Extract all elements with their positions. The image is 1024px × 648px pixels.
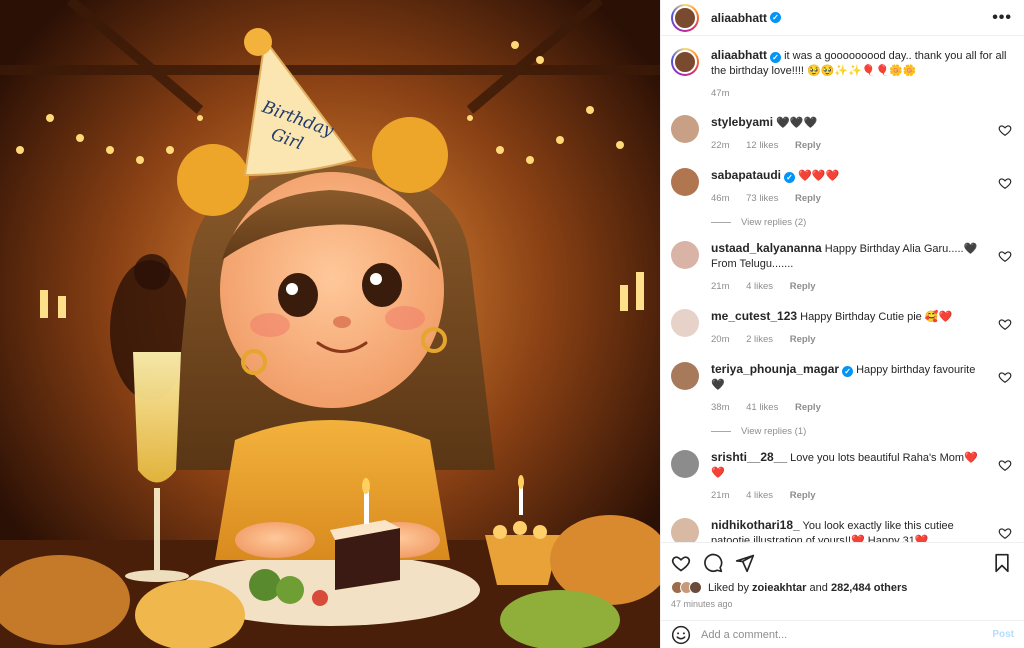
post-actions: Liked by zoieakhtar and 282,484 others 4… [661,542,1024,616]
comment-time[interactable]: 21m [711,281,729,292]
reply-button[interactable]: Reply [795,402,821,413]
comment-item: nidhikothari18_ You look exactly like th… [671,518,1012,542]
comment-text: ❤️❤️❤️ [798,170,840,182]
comment-item: srishti__28__ Love you lots beautiful Ra… [671,450,1012,503]
commenter-avatar[interactable] [671,450,699,478]
view-replies-button[interactable]: View replies (2) [711,217,1012,228]
commenter-username[interactable]: me_cutest_123 [711,309,797,323]
comment-bubble-icon[interactable] [703,553,723,573]
caption-time[interactable]: 47m [711,88,729,99]
commenter-username[interactable]: teriya_phounja_magar [711,362,839,376]
caption-username[interactable]: aliaabhatt [711,48,767,62]
post-image[interactable]: Birthday Girl [0,0,660,648]
comment-likes[interactable]: 12 likes [746,140,778,151]
commenter-username[interactable]: nidhikothari18_ [711,518,800,532]
author-avatar[interactable] [671,3,699,32]
replies-divider-line [711,431,731,432]
comment-like-heart-icon[interactable] [998,176,1012,190]
verified-badge-icon: ✓ [770,52,782,63]
comment-time[interactable]: 21m [711,490,729,501]
comment-like-heart-icon[interactable] [998,458,1012,472]
comment-item: sabapataudi ✓ ❤️❤️❤️ 46m 73 likes Reply [671,168,1012,206]
comment-likes[interactable]: 4 likes [746,281,773,292]
caption-author-avatar-image [673,50,697,74]
comment-time[interactable]: 38m [711,402,729,413]
likes-count[interactable]: 282,484 others [831,582,907,594]
share-send-icon[interactable] [735,553,755,573]
more-options-icon[interactable]: ••• [992,9,1012,27]
commenter-username[interactable]: stylebyami [711,115,773,129]
commenter-username[interactable]: sabapataudi [711,168,781,182]
likes-and: and [809,581,828,594]
reply-button[interactable]: Reply [790,490,816,501]
verified-badge-icon: ✓ [842,366,854,377]
commenter-username[interactable]: ustaad_kalyananna [711,241,822,255]
post-comment-button[interactable]: Post [992,629,1014,640]
author-avatar-image [673,5,697,30]
comment-item: ustaad_kalyananna Happy Birthday Alia Ga… [671,241,1012,294]
commenter-avatar[interactable] [671,241,699,269]
reply-button[interactable]: Reply [790,281,816,292]
commenter-avatar[interactable] [671,518,699,542]
view-replies-button[interactable]: View replies (1) [711,426,1012,437]
comment-like-heart-icon[interactable] [998,123,1012,137]
view-replies-label: View replies (2) [741,217,807,228]
post-side-panel: aliaabhatt ✓ ••• aliaabhatt ✓ it was a go… [660,0,1024,648]
liker-avatar [689,581,702,594]
comment-text: Happy Birthday Cutie pie 🥰❤️ [800,311,953,323]
comments-list[interactable]: aliaabhatt ✓ it was a gooooooood day.. th… [661,36,1024,542]
comment-item: stylebyami 🖤🖤🖤 22m 12 likes Reply [671,115,1012,153]
post-header: aliaabhatt ✓ ••• [661,0,1024,36]
comment-like-heart-icon[interactable] [998,526,1012,540]
reply-button[interactable]: Reply [790,334,816,345]
comment-container: stylebyami 🖤🖤🖤 22m 12 likes Reply sabapa… [671,115,1012,542]
like-heart-icon[interactable] [671,553,691,573]
likes-prefix: Liked by [708,581,749,594]
view-replies-label: View replies (1) [741,426,807,437]
comment-likes[interactable]: 4 likes [746,490,773,501]
likes-summary: Liked by zoieakhtar and 282,484 others [671,581,1012,594]
replies-divider-line [711,222,731,223]
post-caption: aliaabhatt ✓ it was a gooooooood day.. th… [671,48,1012,101]
add-comment-input[interactable] [701,628,993,641]
comment-like-heart-icon[interactable] [998,249,1012,263]
commenter-avatar[interactable] [671,168,699,196]
commenter-avatar[interactable] [671,309,699,337]
comment-likes[interactable]: 41 likes [746,402,778,413]
verified-badge-icon: ✓ [770,12,782,23]
likes-user[interactable]: zoieakhtar [752,582,806,594]
commenter-avatar[interactable] [671,115,699,143]
commenter-avatar[interactable] [671,362,699,390]
save-bookmark-icon[interactable] [992,553,1012,573]
comment-time[interactable]: 22m [711,140,729,151]
instagram-post-modal: Birthday Girl aliaabhatt ✓ ••• aliaabhat… [0,0,1024,648]
comment-likes[interactable]: 2 likes [746,334,773,345]
comment-item: teriya_phounja_magar ✓ Happy birthday fav… [671,362,1012,415]
comment-like-heart-icon[interactable] [998,317,1012,331]
post-timestamp[interactable]: 47 minutes ago [671,599,1012,609]
verified-badge-icon: ✓ [784,172,796,183]
author-username[interactable]: aliaabhatt [711,11,767,25]
comment-likes[interactable]: 73 likes [746,193,778,204]
comment-item: me_cutest_123 Happy Birthday Cutie pie 🥰… [671,309,1012,347]
comment-time[interactable]: 20m [711,334,729,345]
add-comment-bar: Post [661,620,1024,648]
commenter-username[interactable]: srishti__28__ [711,450,787,464]
emoji-smiley-icon[interactable] [671,625,691,645]
comment-time[interactable]: 46m [711,193,729,204]
comment-like-heart-icon[interactable] [998,370,1012,384]
liker-avatars [671,581,702,594]
reply-button[interactable]: Reply [795,193,821,204]
comment-text: 🖤🖤🖤 [776,117,818,129]
caption-author-avatar[interactable] [671,48,699,76]
birthday-girl-illustration: Birthday Girl [0,0,660,648]
reply-button[interactable]: Reply [795,140,821,151]
